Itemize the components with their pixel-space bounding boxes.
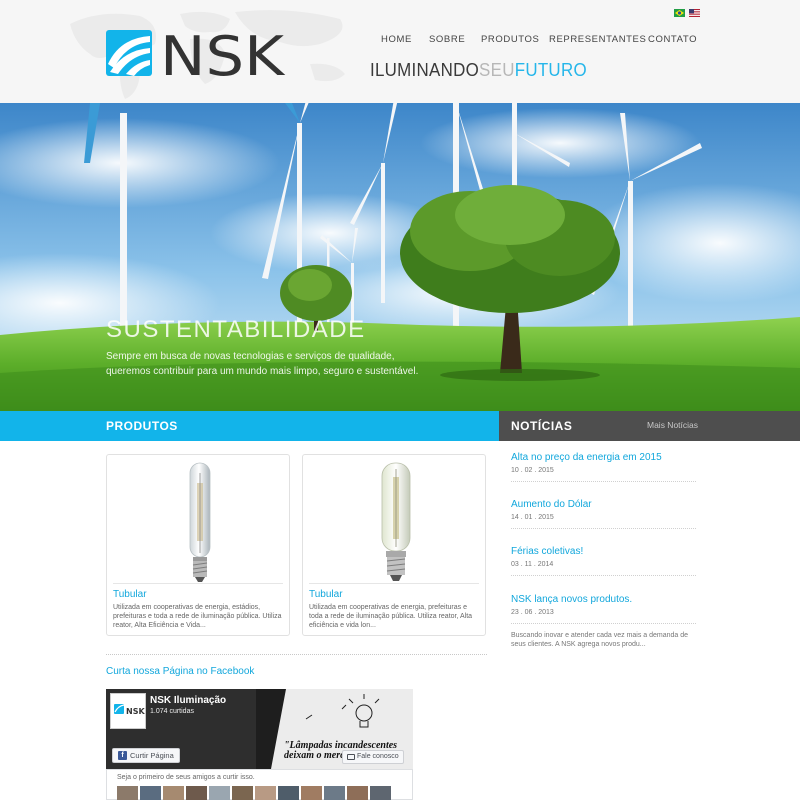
tagline: ILUMINANDOSEUFUTURO xyxy=(370,60,587,81)
product-title[interactable]: Tubular xyxy=(113,589,147,600)
message-icon xyxy=(347,754,355,760)
hero-title: SUSTENTABILIDADE xyxy=(106,316,366,343)
news-snippet: Buscando inovar e atender cada vez mais … xyxy=(511,632,689,648)
facebook-friend-thumbnails xyxy=(117,786,391,800)
friend-avatar[interactable] xyxy=(370,786,391,800)
news-title[interactable]: NSK lança novos produtos. xyxy=(511,594,701,605)
friend-avatar[interactable] xyxy=(186,786,207,800)
card-divider xyxy=(113,583,283,584)
product-card[interactable]: Tubular Utilizada em cooperativas de ene… xyxy=(106,454,290,636)
friend-avatar[interactable] xyxy=(232,786,253,800)
friend-avatar[interactable] xyxy=(347,786,368,800)
nav-contato[interactable]: CONTATO xyxy=(648,34,697,45)
brazil-flag-icon[interactable] xyxy=(674,9,685,17)
news-item: Alta no preço da energia em 2015 10 . 02… xyxy=(511,452,701,482)
product-title[interactable]: Tubular xyxy=(309,589,343,600)
news-section-title: NOTÍCIAS xyxy=(511,419,573,433)
friend-avatar[interactable] xyxy=(278,786,299,800)
news-date: 03 . 11 . 2014 xyxy=(511,561,554,568)
product-card[interactable]: Tubular Utilizada em cooperativas de ene… xyxy=(302,454,486,636)
news-divider xyxy=(511,481,696,482)
facebook-like-button[interactable]: f Curtir Página xyxy=(112,748,180,763)
site-header: NSK HOME SOBRE PRODUTOS REPRESENTANTES C… xyxy=(0,0,800,103)
news-date: 14 . 01 . 2015 xyxy=(511,514,554,521)
facebook-cover[interactable]: NSK NSK Iluminação 1.074 curtidas "Lâmpa… xyxy=(106,689,413,769)
tagline-part1: ILUMINANDO xyxy=(370,60,480,80)
news-title[interactable]: Alta no preço da energia em 2015 xyxy=(511,452,701,463)
more-news-link[interactable]: Mais Notícias xyxy=(647,420,698,430)
nsk-avatar-logo: NSK xyxy=(114,704,145,716)
logo-text: NSK xyxy=(160,28,286,78)
facebook-widget: NSK NSK Iluminação 1.074 curtidas "Lâmpa… xyxy=(106,689,413,800)
facebook-friends-area: Seja o primeiro de seus amigos a curtir … xyxy=(106,769,413,800)
facebook-heading[interactable]: Curta nossa Página no Facebook xyxy=(106,666,254,677)
news-bar: NOTÍCIAS Mais Notícias xyxy=(499,411,800,441)
tubular-lamp-image xyxy=(189,462,211,582)
usa-flag-icon[interactable] xyxy=(689,9,700,17)
facebook-friends-text: Seja o primeiro de seus amigos a curtir … xyxy=(117,774,255,781)
nav-produtos[interactable]: PRODUTOS xyxy=(481,34,539,45)
news-item: Aumento do Dólar 14 . 01 . 2015 xyxy=(511,499,701,529)
facebook-like-count: 1.074 curtidas xyxy=(150,708,194,715)
news-item: NSK lança novos produtos. 23 . 06 . 2013… xyxy=(511,594,701,649)
nav-representantes[interactable]: REPRESENTANTES xyxy=(549,34,646,45)
hero-banner: SUSTENTABILIDADE Sempre em busca de nova… xyxy=(0,103,800,411)
products-bar: PRODUTOS xyxy=(0,411,499,441)
nav-sobre[interactable]: SOBRE xyxy=(429,34,465,45)
facebook-page-name[interactable]: NSK Iluminação xyxy=(150,695,226,706)
main-nav: HOME SOBRE PRODUTOS REPRESENTANTES CONTA… xyxy=(370,34,700,48)
friend-avatar[interactable] xyxy=(140,786,161,800)
language-selector xyxy=(674,9,700,17)
friend-avatar[interactable] xyxy=(209,786,230,800)
friend-avatar[interactable] xyxy=(255,786,276,800)
nav-home[interactable]: HOME xyxy=(381,34,412,45)
section-divider xyxy=(106,654,487,655)
nsk-logo[interactable]: NSK xyxy=(106,28,286,78)
facebook-icon: f xyxy=(118,751,127,760)
card-divider xyxy=(309,583,479,584)
news-divider xyxy=(511,528,696,529)
avatar-text: NSK xyxy=(126,707,145,716)
facebook-message-button[interactable]: Fale conosco xyxy=(342,750,404,764)
products-section-title: PRODUTOS xyxy=(106,419,178,433)
tagline-part3: FUTURO xyxy=(514,60,587,80)
product-description: Utilizada em cooperativas de energia, pr… xyxy=(309,604,473,629)
tubular-lamp-image xyxy=(381,462,411,581)
facebook-avatar[interactable]: NSK xyxy=(110,693,146,729)
news-date: 23 . 06 . 2013 xyxy=(511,609,554,616)
tagline-part2: SEU xyxy=(479,60,515,80)
friend-avatar[interactable] xyxy=(163,786,184,800)
news-divider xyxy=(511,623,696,624)
friend-avatar[interactable] xyxy=(324,786,345,800)
product-description: Utilizada em cooperativas de energia, es… xyxy=(113,604,282,629)
facebook-like-label: Curtir Página xyxy=(130,751,174,760)
facebook-message-label: Fale conosco xyxy=(357,753,399,760)
news-title[interactable]: Férias coletivas! xyxy=(511,546,701,557)
news-item: Férias coletivas! 03 . 11 . 2014 xyxy=(511,546,701,576)
hero-description: Sempre em busca de novas tecnologias e s… xyxy=(106,351,419,377)
friend-avatar[interactable] xyxy=(117,786,138,800)
news-divider xyxy=(511,575,696,576)
news-date: 10 . 02 . 2015 xyxy=(511,467,554,474)
friend-avatar[interactable] xyxy=(301,786,322,800)
news-title[interactable]: Aumento do Dólar xyxy=(511,499,701,510)
